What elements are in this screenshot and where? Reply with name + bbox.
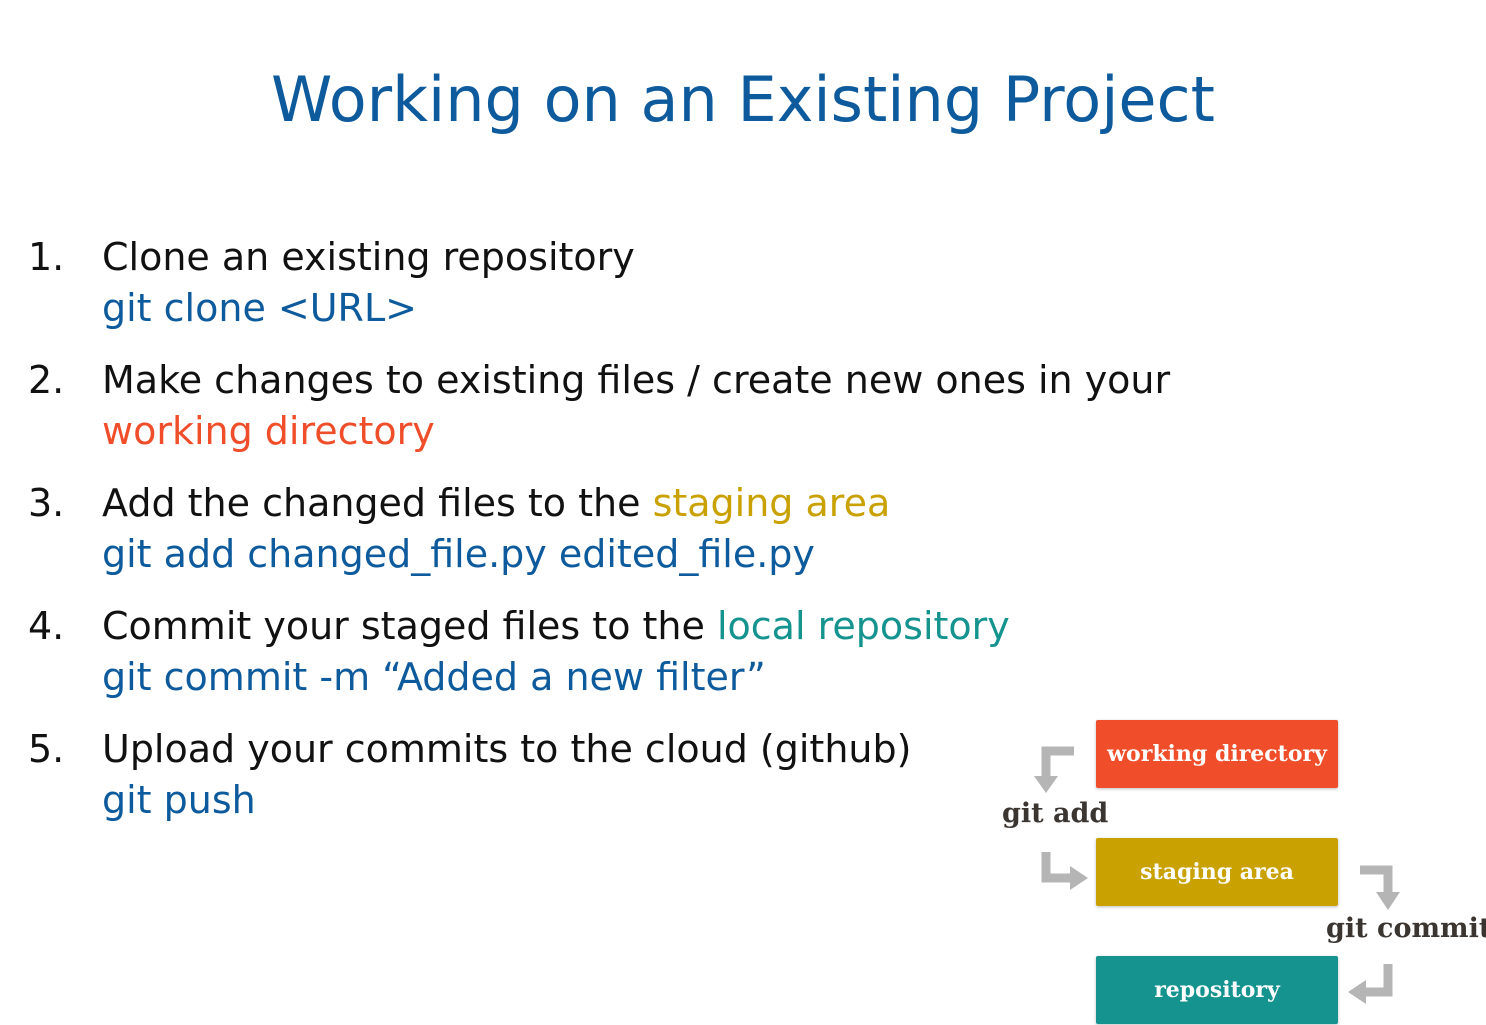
working-directory-box: working directory xyxy=(1096,720,1338,788)
step-4: 4. Commit your staged files to the local… xyxy=(28,601,1468,724)
step-text: Commit your staged files to the xyxy=(102,604,717,648)
step-text-wrapper: Add the changed files to the staging are… xyxy=(102,478,890,528)
working-directory-term: working directory xyxy=(102,409,435,453)
arrow-to-repository-icon xyxy=(1364,964,1393,997)
step-number: 1. xyxy=(28,235,65,279)
step-text: Clone an existing repository xyxy=(102,235,635,279)
git-commit-label: git commit xyxy=(1326,913,1486,944)
step-command: git add changed_file.py edited_file.py xyxy=(102,532,815,576)
step-command: git push xyxy=(102,778,256,822)
arrowhead-down-icon xyxy=(1376,892,1400,910)
repository-box: repository xyxy=(1096,956,1338,1024)
arrowhead-left-icon xyxy=(1348,980,1366,1004)
step-number: 4. xyxy=(28,604,65,648)
slide-title: Working on an Existing Project xyxy=(271,63,1215,136)
step-number: 3. xyxy=(28,481,65,525)
arrowhead-right-icon xyxy=(1070,866,1088,890)
step-text: Make changes to existing files / create … xyxy=(102,358,1171,402)
step-text-wrapper: Commit your staged files to the local re… xyxy=(102,601,1010,651)
step-number: 5. xyxy=(28,727,65,771)
step-command: git clone <URL> xyxy=(102,286,417,330)
arrow-to-staging-icon xyxy=(1041,852,1072,883)
step-text: Add the changed files to the xyxy=(102,481,653,525)
step-command: git commit -m “Added a new filter” xyxy=(102,655,766,699)
staging-area-term: staging area xyxy=(652,481,891,525)
step-2: 2. Make changes to existing files / crea… xyxy=(28,355,1468,478)
step-3: 3. Add the changed files to the staging … xyxy=(28,478,1468,601)
staging-area-box: staging area xyxy=(1096,838,1338,906)
step-text: Upload your commits to the cloud (github… xyxy=(102,727,912,771)
arrow-to-git-commit-icon xyxy=(1360,865,1393,894)
git-add-label: git add xyxy=(1002,798,1109,829)
local-repository-term: local repository xyxy=(716,604,1010,648)
step-number: 2. xyxy=(28,358,65,402)
step-1: 1. Clone an existing repository git clon… xyxy=(28,232,1468,355)
